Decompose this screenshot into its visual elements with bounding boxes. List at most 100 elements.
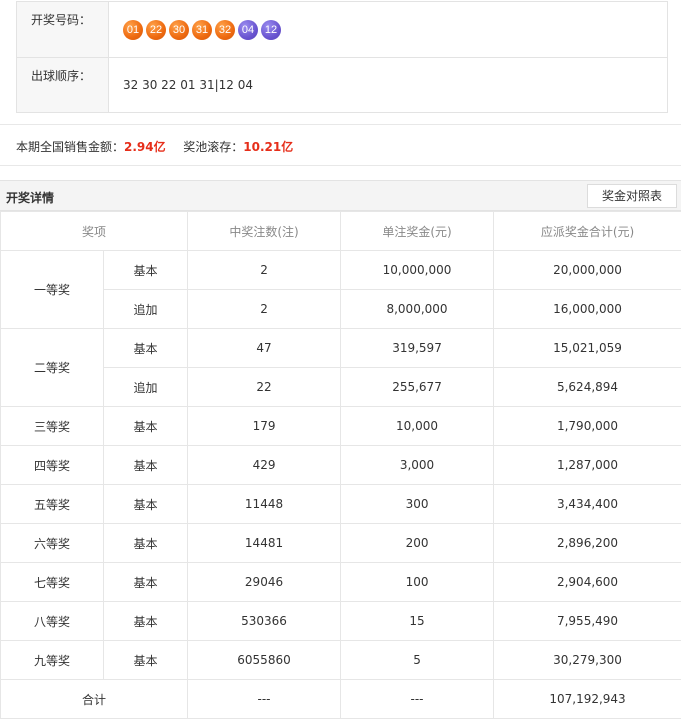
front-ball: 30: [169, 19, 189, 40]
back-ball: 04: [238, 19, 258, 40]
unit-prize: 10,000,000: [340, 250, 495, 290]
table-row: 五等奖 基本 11448 300 3,434,400: [0, 484, 681, 524]
unit-prize: 300: [340, 484, 495, 524]
prize-type: 追加: [102, 289, 189, 329]
prize-level: 八等奖: [0, 601, 104, 641]
unit-prize: 255,677: [340, 367, 495, 407]
table-row: 追加 2 8,000,000 16,000,000: [1, 289, 681, 329]
ball-list: 01 22 30 31 32 04 12: [123, 19, 281, 40]
table-row: 一等奖 基本 2 10,000,000 20,000,000: [0, 250, 681, 329]
prize-type: 追加: [102, 367, 189, 407]
total-count: ---: [187, 679, 342, 719]
pool-amount: 10.21亿: [243, 140, 294, 154]
draw-number-value: 01 22 30 31 32 04 12: [109, 2, 667, 57]
prize-type: 基本: [102, 484, 189, 524]
prize-type: 基本: [102, 601, 189, 641]
winner-count: 22: [187, 367, 342, 407]
unit-prize: 200: [340, 523, 495, 563]
draw-order-value: 32 30 22 01 31|12 04: [123, 78, 254, 92]
winner-count: 2: [187, 250, 342, 290]
draw-number-row: 开奖号码： 01 22 30 31 32 04 12: [17, 2, 667, 58]
prize-level: 六等奖: [0, 523, 104, 563]
winner-count: 429: [187, 445, 342, 485]
winner-count: 14481: [187, 523, 342, 563]
prize-level: 一等奖: [0, 250, 104, 329]
winner-count: 179: [187, 406, 342, 446]
prize-type: 基本: [102, 523, 189, 563]
prize-type: 基本: [102, 562, 189, 602]
header-prize: 单注奖金(元): [340, 211, 495, 251]
draw-info-table: 开奖号码： 01 22 30 31 32 04 12 出球顺序： 32 30 22 01 3…: [16, 1, 668, 113]
total-prize: 16,000,000: [493, 289, 681, 329]
unit-prize: 10,000: [340, 406, 495, 446]
draw-order-label: 出球顺序：: [17, 58, 109, 112]
header-count: 中奖注数(注): [187, 211, 342, 251]
detail-header: 开奖详情 奖金对照表: [0, 180, 681, 211]
back-ball: 12: [261, 19, 281, 40]
table-row: 八等奖 基本 530366 15 7,955,490: [0, 601, 681, 641]
total-prize: 3,434,400: [493, 484, 681, 524]
prize-type: 基本: [102, 640, 189, 680]
total-prize: 1,790,000: [493, 406, 681, 446]
prize-level: 九等奖: [0, 640, 104, 680]
prize-level: 五等奖: [0, 484, 104, 524]
table-row: 六等奖 基本 14481 200 2,896,200: [0, 523, 681, 563]
table-row: 七等奖 基本 29046 100 2,904,600: [0, 562, 681, 602]
prize-type: 基本: [102, 328, 189, 368]
prize-type: 基本: [102, 250, 189, 290]
table-row: 九等奖 基本 6055860 5 30,279,300: [0, 640, 681, 680]
unit-prize: 3,000: [340, 445, 495, 485]
front-ball: 32: [215, 19, 235, 40]
prize-reference-button[interactable]: 奖金对照表: [587, 184, 677, 208]
total-prize: 5,624,894: [493, 367, 681, 407]
total-prize: 30,279,300: [493, 640, 681, 680]
prize-level: 三等奖: [0, 406, 104, 446]
sales-label: 本期全国销售金额：: [16, 140, 125, 154]
total-prize: 20,000,000: [493, 250, 681, 290]
front-ball: 31: [192, 19, 212, 40]
draw-info-panel: 开奖号码： 01 22 30 31 32 04 12 出球顺序： 32 30 22 01 3…: [0, 0, 681, 124]
unit-prize: 5: [340, 640, 495, 680]
total-prize: 7,955,490: [493, 601, 681, 641]
prize-level: 四等奖: [0, 445, 104, 485]
sales-summary: 本期全国销售金额：2.94亿 奖池滚存：10.21亿: [0, 124, 681, 166]
unit-prize: 100: [340, 562, 495, 602]
total-prize: 1,287,000: [493, 445, 681, 485]
prize-table-body: 一等奖 基本 2 10,000,000 20,000,000 追加 2 8,000,000 16…: [0, 250, 681, 719]
draw-number-label: 开奖号码：: [17, 2, 109, 57]
detail-title: 开奖详情: [6, 191, 55, 205]
winner-count: 11448: [187, 484, 342, 524]
prize-level: 七等奖: [0, 562, 104, 602]
winner-count: 530366: [187, 601, 342, 641]
prize-type: 基本: [102, 406, 189, 446]
winner-count: 47: [187, 328, 342, 368]
prize-table-header: 奖项 中奖注数(注) 单注奖金(元) 应派奖金合计(元): [0, 211, 681, 251]
table-row: 二等奖 基本 47 319,597 15,021,059: [0, 328, 681, 407]
total-unit-prize: ---: [340, 679, 495, 719]
winner-count: 2: [187, 289, 342, 329]
winner-count: 29046: [187, 562, 342, 602]
total-row: 合计 --- --- 107,192,943: [0, 679, 681, 719]
front-ball: 01: [123, 19, 143, 40]
header-level: 奖项: [0, 211, 189, 251]
table-row: 三等奖 基本 179 10,000 1,790,000: [0, 406, 681, 446]
total-prize: 2,896,200: [493, 523, 681, 563]
table-row: 追加 22 255,677 5,624,894: [1, 367, 681, 407]
prize-level: 二等奖: [0, 328, 104, 407]
sales-amount: 2.94亿: [124, 140, 166, 154]
table-row: 四等奖 基本 429 3,000 1,287,000: [0, 445, 681, 485]
prize-table: 奖项 中奖注数(注) 单注奖金(元) 应派奖金合计(元) 一等奖 基本 2 10,00…: [0, 211, 681, 719]
total-prize: 2,904,600: [493, 562, 681, 602]
front-ball: 22: [146, 19, 166, 40]
header-total: 应派奖金合计(元): [493, 211, 681, 251]
unit-prize: 15: [340, 601, 495, 641]
prize-type: 基本: [102, 445, 189, 485]
total-label: 合计: [0, 679, 189, 719]
total-prize: 15,021,059: [493, 328, 681, 368]
unit-prize: 8,000,000: [340, 289, 495, 329]
grand-total: 107,192,943: [493, 679, 681, 719]
unit-prize: 319,597: [340, 328, 495, 368]
draw-order-row: 出球顺序： 32 30 22 01 31|12 04: [17, 58, 667, 112]
pool-label: 奖池滚存：: [183, 140, 244, 154]
winner-count: 6055860: [187, 640, 342, 680]
